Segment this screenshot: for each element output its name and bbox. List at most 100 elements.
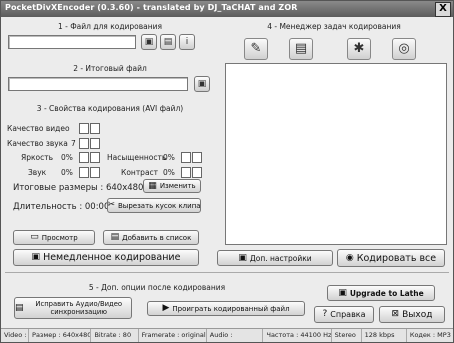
status-bar: Video : Размер : 640x480 Bitrate : 80 Fr…: [1, 328, 453, 342]
film-roll-icon: ◉: [345, 252, 354, 263]
help-button[interactable]: ? Справка: [314, 306, 374, 323]
save-icon: ▤: [163, 37, 173, 47]
brightness-value: 0%: [61, 153, 73, 162]
film-icon: ▣: [31, 252, 41, 262]
audio-quality-down[interactable]: [79, 138, 89, 149]
add-to-list-label: Добавить в список: [122, 233, 192, 242]
help-label: Справка: [330, 310, 366, 319]
info-icon: i: [185, 37, 189, 47]
extra-settings-button[interactable]: ▣ Доп. настройки: [217, 250, 333, 266]
status-framerate: Framerate : original: [139, 329, 207, 342]
encode-now-label: Немедленное кодирование: [43, 252, 181, 263]
play-icon: ▶: [162, 303, 170, 313]
contrast-down[interactable]: [181, 167, 191, 178]
status-codec: Кодек : MP3: [409, 331, 451, 339]
status-bitrate: Bitrate : 80: [91, 329, 139, 342]
contrast-value: 0%: [163, 168, 175, 177]
cut-clip-label: Вырезать кусок клипа: [117, 201, 201, 210]
fix-sync-label: Исправить Аудио/Видео синхронизацию: [35, 300, 123, 316]
help-icon: ?: [322, 309, 328, 319]
folder-open-icon: ▤: [294, 41, 308, 56]
video-quality-up[interactable]: [90, 123, 100, 134]
disc-icon: ◎: [398, 41, 410, 56]
settings-icon: ✱: [353, 41, 365, 56]
exit-label: Выход: [402, 309, 433, 320]
exit-icon: ⊠: [391, 309, 400, 319]
encode-all-button[interactable]: ◉ Кодировать все: [337, 249, 445, 267]
final-size-label: Итоговые размеры : 640x480: [13, 183, 144, 193]
status-size: Размер : 640x480: [29, 329, 92, 342]
browse-source-button[interactable]: ▣: [141, 34, 157, 50]
audio-quality-up[interactable]: [90, 138, 100, 149]
upgrade-icon: ▣: [338, 287, 347, 298]
manager-tool-open[interactable]: ▤: [289, 38, 313, 60]
play-encoded-button[interactable]: ▶ Проиграть кодированный файл: [147, 301, 305, 316]
upgrade-label: Upgrade to Lathe: [349, 288, 424, 298]
section-post-title: 5 - Доп. опции после кодирования: [88, 283, 226, 292]
saturation-value: 0%: [163, 153, 175, 162]
wizard-icon: ✎: [250, 41, 262, 56]
manager-tool-settings[interactable]: ✱: [347, 38, 371, 60]
save-source-button[interactable]: ▤: [160, 34, 176, 50]
status-audio: Audio :: [207, 329, 264, 342]
main-window: PocketDivXEncoder (0.3.60) - translated …: [0, 0, 454, 343]
window-title: PocketDivXEncoder (0.3.60) - translated …: [5, 3, 298, 12]
change-size-button[interactable]: ▦ Изменить: [143, 179, 201, 193]
fix-sync-button[interactable]: ▤ Исправить Аудио/Видео синхронизацию: [14, 297, 132, 319]
status-stereo: Stereo: [332, 329, 362, 342]
audio-quality-value: 7: [71, 139, 76, 148]
scissors-icon: ✂: [107, 200, 115, 210]
contrast-up[interactable]: [192, 167, 202, 178]
video-quality-label: Качество видео: [7, 124, 70, 133]
change-size-label: Изменить: [159, 182, 196, 190]
status-frequency: Частота : 44100 Hz: [263, 329, 332, 342]
manager-tool-disc[interactable]: ◎: [392, 38, 416, 60]
task-manager-list[interactable]: [225, 63, 447, 245]
exit-button[interactable]: ⊠ Выход: [379, 306, 445, 323]
play-encoded-label: Проиграть кодированный файл: [172, 304, 290, 313]
status-video: Video :: [1, 329, 30, 342]
resize-icon: ▦: [148, 180, 157, 191]
volume-up[interactable]: [90, 167, 100, 178]
output-file-field[interactable]: [8, 77, 188, 91]
title-bar: PocketDivXEncoder (0.3.60) - translated …: [1, 1, 453, 17]
add-list-icon: ▤: [110, 232, 120, 242]
duration-label: Длительность : 00:00: [13, 202, 110, 212]
volume-down[interactable]: [79, 167, 89, 178]
section-props-title: 3 - Свойства кодирования (AVI файл): [36, 104, 184, 113]
brightness-down[interactable]: [79, 152, 89, 163]
folder-icon: ▣: [197, 79, 207, 89]
sync-icon: ▤: [15, 302, 24, 313]
preview-label: Просмотр: [41, 233, 78, 242]
divider: [5, 272, 449, 273]
section-source-title: 1 - Файл для кодирования: [57, 22, 163, 31]
preview-button[interactable]: ▭ Просмотр: [13, 230, 95, 245]
brightness-label: Яркость: [21, 153, 54, 162]
info-button[interactable]: i: [179, 34, 195, 50]
folder-icon: ▣: [144, 37, 154, 47]
encode-all-label: Кодировать все: [356, 252, 437, 264]
encode-now-button[interactable]: ▣ Немедленное кодирование: [13, 249, 199, 266]
section-manager-title: 4 - Менеджер задач кодирования: [267, 22, 401, 31]
monitor-icon: ▭: [30, 232, 39, 242]
manager-tool-wizard[interactable]: ✎: [244, 38, 268, 60]
section-output-title: 2 - Итоговый файл: [73, 64, 147, 73]
add-to-list-button[interactable]: ▤ Добавить в список: [103, 230, 199, 245]
browse-output-button[interactable]: ▣: [194, 76, 210, 92]
saturation-label: Насыщенность: [107, 153, 167, 162]
volume-label: Звук: [28, 168, 47, 177]
status-kbps: 128 kbps: [362, 329, 407, 342]
cut-clip-button[interactable]: ✂ Вырезать кусок клипа: [107, 198, 201, 213]
video-quality-down[interactable]: [79, 123, 89, 134]
volume-value: 0%: [61, 168, 73, 177]
close-button[interactable]: X: [435, 2, 451, 17]
extra-settings-label: Доп. настройки: [249, 253, 312, 263]
audio-quality-label: Качество звука: [7, 139, 68, 148]
saturation-up[interactable]: [192, 152, 202, 163]
saturation-down[interactable]: [181, 152, 191, 163]
contrast-label: Контраст: [121, 168, 159, 177]
settings-icon: ▣: [238, 252, 247, 263]
upgrade-button[interactable]: ▣ Upgrade to Lathe: [327, 285, 435, 301]
brightness-up[interactable]: [90, 152, 100, 163]
source-file-field[interactable]: [8, 35, 136, 49]
